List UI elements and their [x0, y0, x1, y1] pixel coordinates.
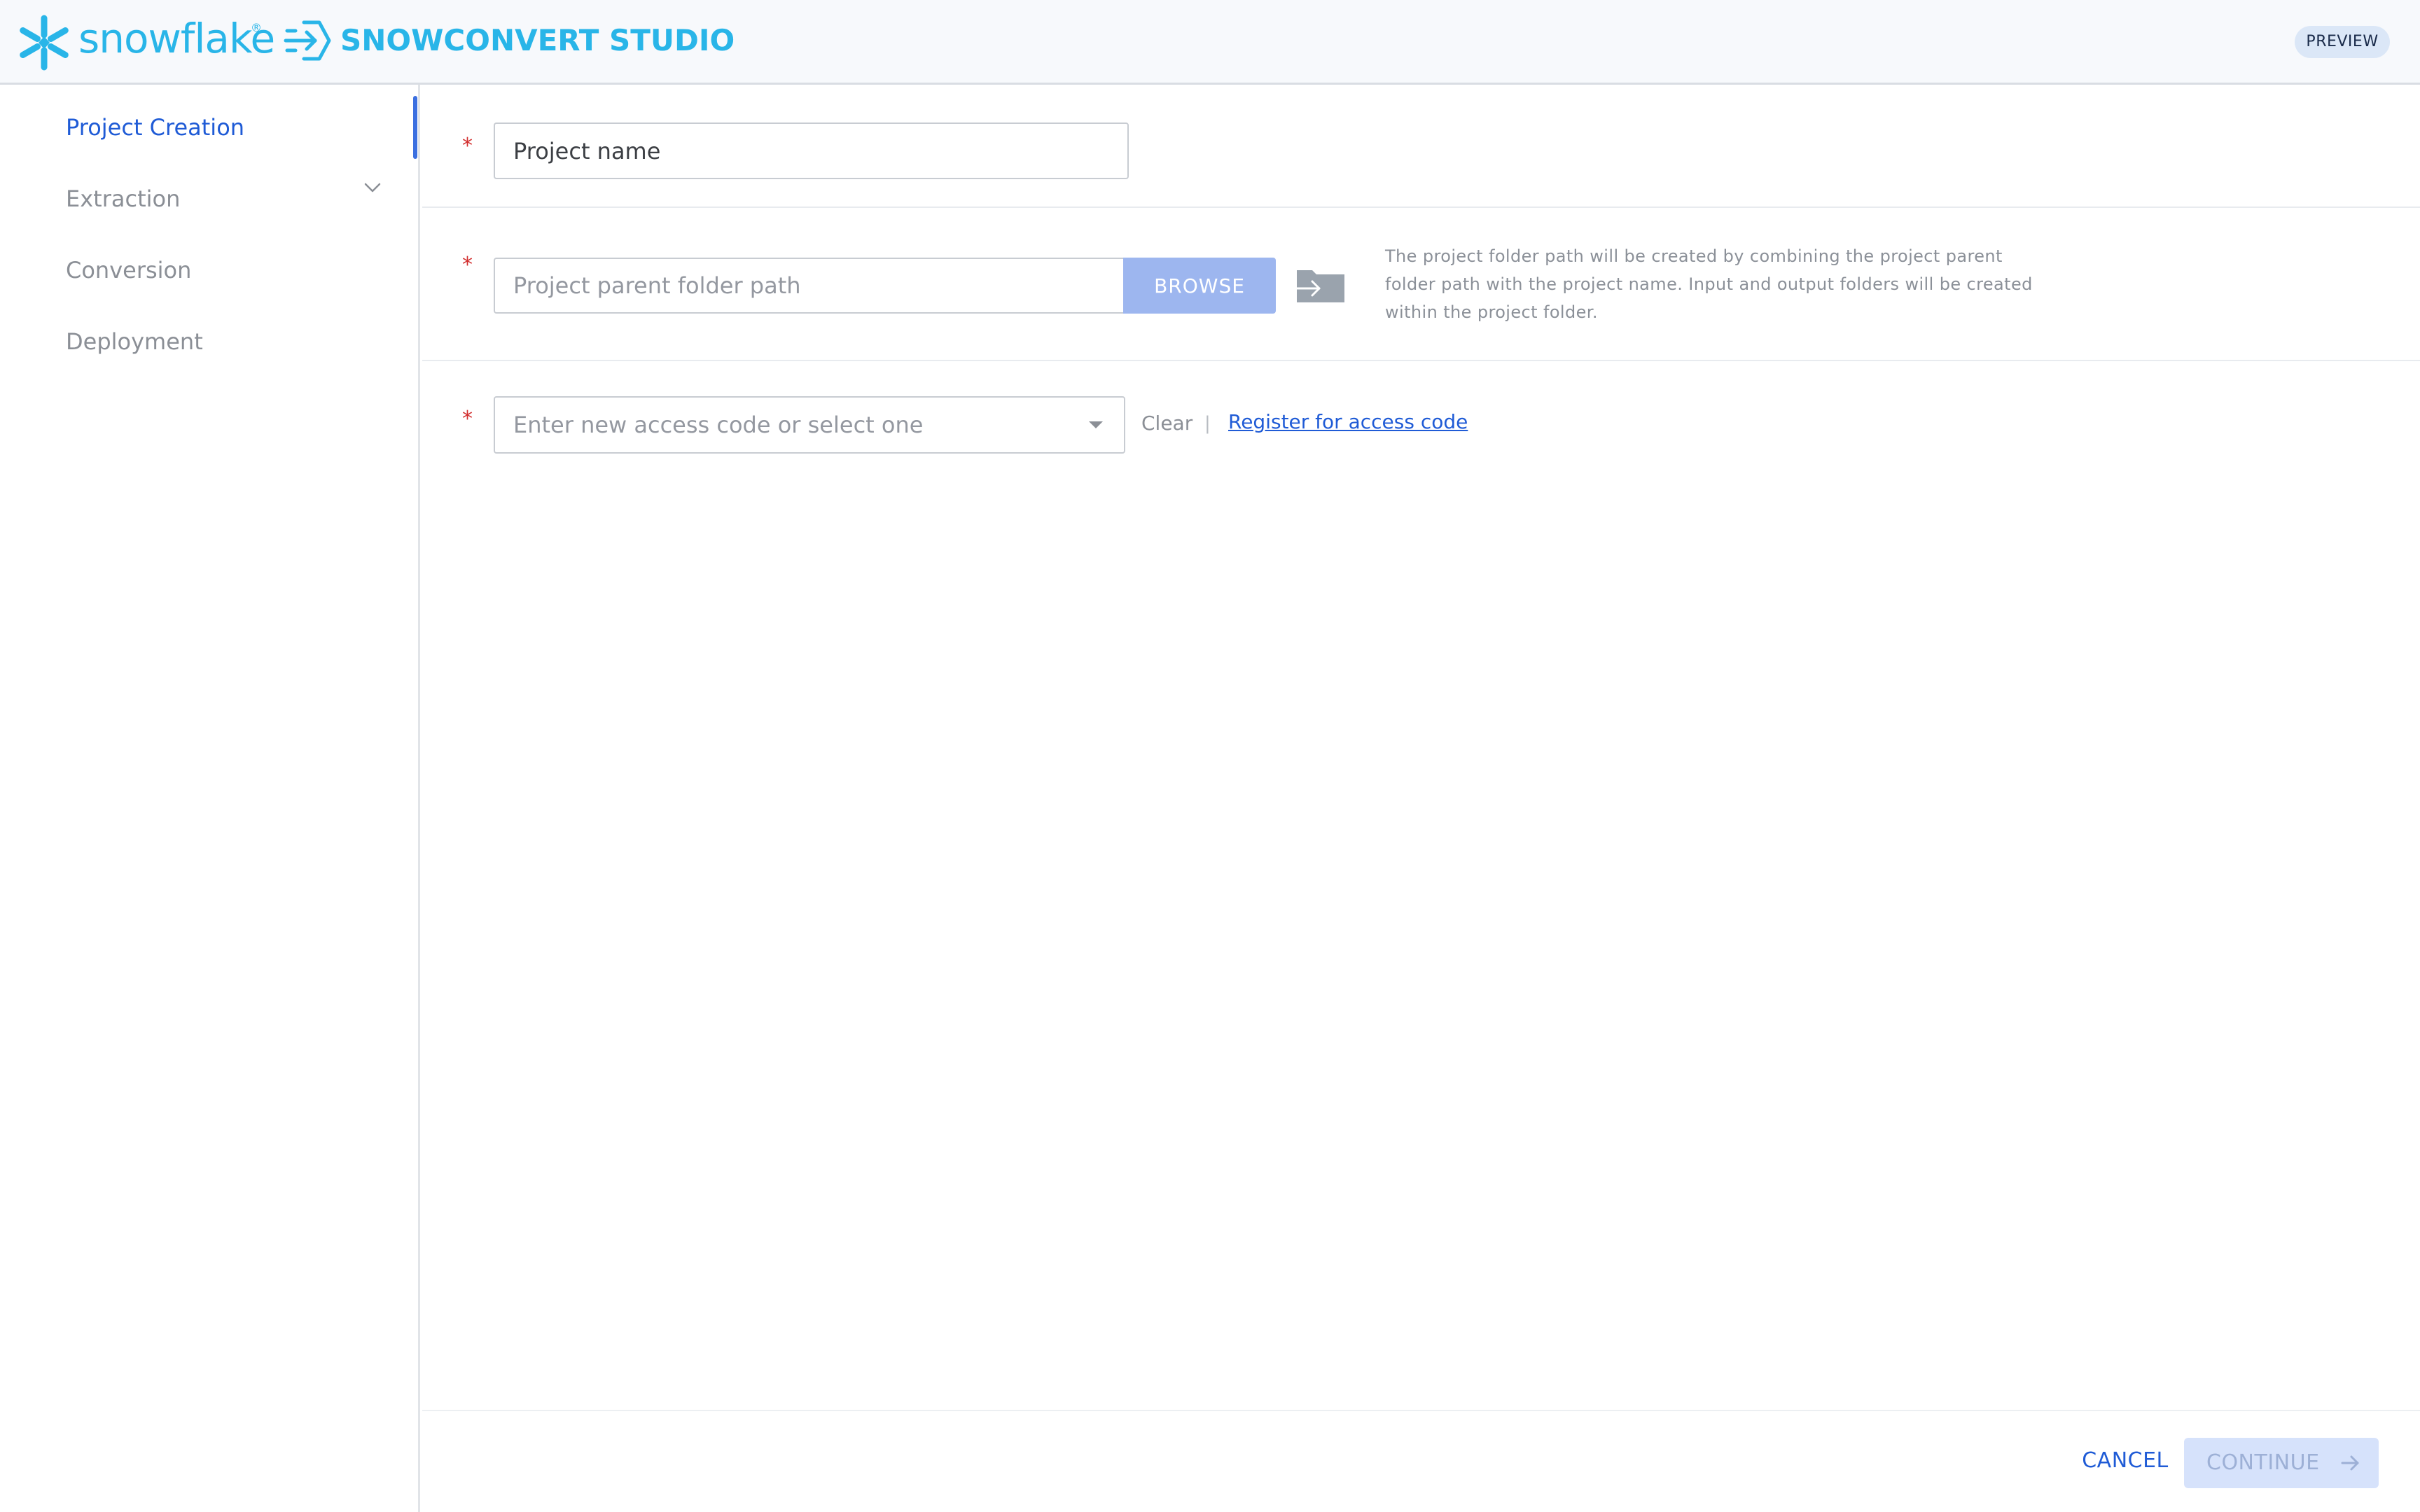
sidebar-item-extraction[interactable]: Extraction [66, 179, 180, 218]
snowconvert-arrow-icon [284, 20, 331, 61]
brand-registered-mark: ® [251, 21, 262, 34]
sidebar-nav: Project Creation Extraction Conversion D… [0, 85, 420, 1512]
browse-button[interactable]: BROWSE [1123, 258, 1276, 314]
link-separator: | [1204, 413, 1211, 434]
project-name-input[interactable] [494, 122, 1129, 179]
parent-folder-path-input[interactable] [494, 258, 1125, 314]
required-mark: * [462, 407, 473, 431]
open-folder-icon[interactable] [1291, 263, 1347, 305]
folder-help-text: The project folder path will be created … [1385, 246, 2033, 322]
required-mark: * [462, 134, 473, 158]
active-step-indicator [413, 96, 417, 159]
caret-down-icon[interactable] [1087, 420, 1104, 430]
clear-access-code-link[interactable]: Clear [1141, 410, 1192, 438]
snowflake-logo-icon [20, 15, 69, 71]
cancel-button[interactable]: CANCEL [2080, 1439, 2171, 1481]
continue-button[interactable]: CONTINUE [2184, 1438, 2379, 1488]
footer-divider [422, 1410, 2420, 1411]
product-name: SNOWCONVERT STUDIO [340, 23, 735, 57]
access-code-combobox[interactable] [494, 396, 1125, 454]
brand-name: snowflake [78, 15, 275, 62]
access-code-input[interactable] [495, 398, 1069, 452]
sidebar-item-conversion[interactable]: Conversion [66, 251, 191, 290]
arrow-right-icon [2341, 1455, 2359, 1471]
continue-button-label: CONTINUE [2206, 1450, 2320, 1475]
preview-badge: PREVIEW [2295, 26, 2390, 58]
section-divider [422, 206, 2420, 208]
chevron-down-icon[interactable] [361, 176, 384, 199]
required-mark: * [462, 253, 473, 277]
app-header: snowflake ® SNOWCONVERT STUDIO PREVIEW [0, 0, 2420, 85]
sidebar-item-project-creation[interactable]: Project Creation [66, 108, 244, 147]
register-access-code-link[interactable]: Register for access code [1228, 408, 1468, 436]
sidebar-item-deployment[interactable]: Deployment [66, 322, 203, 361]
section-divider [422, 360, 2420, 361]
